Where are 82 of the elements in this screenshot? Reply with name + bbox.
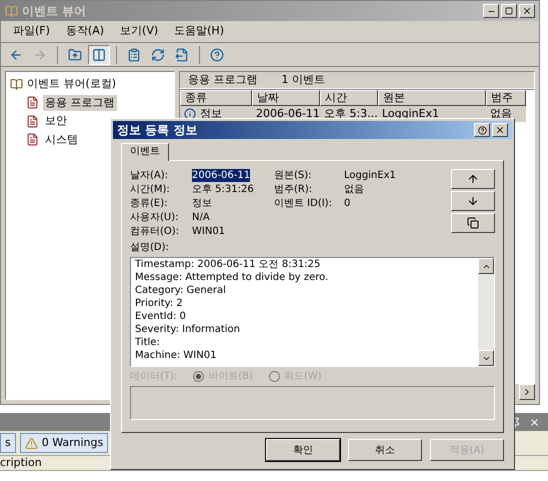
next-button[interactable] [451,191,495,211]
field-value: N/A [192,211,210,224]
tree-item[interactable]: 이벤트 뷰어(로컬) [27,76,116,92]
dialog-button[interactable]: 취소 [348,439,422,461]
menu-item[interactable]: 보기(V) [120,23,158,40]
menu-item[interactable]: 도움말(H) [174,23,224,40]
log-icon [26,133,39,146]
event-viewer-icon [10,78,23,91]
description-line: Machine: WIN01 [135,349,218,362]
clipboard-icon [127,48,141,62]
folder-up-icon [68,48,82,62]
field-label: 시간(M): [130,183,171,196]
scroll-right-button[interactable] [519,384,535,400]
description-line: EventId: 0 [135,310,187,323]
maximize-icon [505,7,513,15]
warning-icon [24,436,38,450]
close-icon [522,6,532,16]
help-button[interactable] [474,123,490,137]
field-value: 2006-06-11 [192,169,250,182]
minimize-button[interactable] [483,4,499,18]
help-icon [210,48,224,62]
log-icon [26,96,39,110]
previous-button[interactable] [451,169,495,189]
field-value: 정보 [192,197,212,210]
field-label: 사용자(U): [130,211,180,224]
column-header[interactable]: 시간 [320,90,378,106]
event-count: 1 이벤트 [282,72,325,88]
field-value: 0 [344,197,352,210]
field-label: 컴퓨터(O): [130,225,180,238]
field-value: 오후 5:31:26 [192,183,254,196]
description-label: 설명(D): [130,241,170,254]
refresh-icon [151,48,165,62]
copy-button[interactable] [451,213,495,233]
vertical-scrollbar[interactable] [478,258,494,366]
info-icon [184,108,196,120]
field-value: 없음 [344,183,365,196]
columns-icon [92,48,106,62]
description-line: Category: General [135,284,227,297]
list-title: 응용 프로그램 [188,72,258,88]
description-line: Severity: Information [135,323,242,336]
close-icon[interactable] [529,416,540,428]
copy-icon [467,217,479,229]
file-export-icon [175,48,189,62]
close-button[interactable] [492,123,508,137]
column-header[interactable]: 범주 [486,90,526,106]
description-line: Message: Attempted to divide by zero. [135,271,330,284]
column-header[interactable]: 종류 [180,90,252,106]
field-label: 범주(R): [274,183,314,196]
forward-arrow-icon [33,48,47,62]
field-label: 원본(S): [274,169,313,182]
close-button[interactable] [519,4,535,18]
window-title: 이벤트 뷰어 [22,3,86,20]
description-box[interactable]: Timestamp: 2006-06-11 오전 8:31:25 Message: Attempted to divide by zero. Category: General Priority: 2 EventId: 0 Severity: Information Title: Machine: WIN01 [130,257,495,367]
filter-button[interactable]: 0 Warnings [20,433,108,453]
app-icon [5,4,18,18]
description-line: Priority: 2 [135,297,184,310]
help-icon [478,126,486,134]
maximize-button[interactable] [501,4,517,18]
menu-item[interactable]: 동작(A) [66,23,104,40]
field-value: LogginEx1 [344,169,397,182]
dialog-title: 정보 등록 정보 [117,122,198,139]
up-arrow-icon [467,173,479,185]
description-line: Title: [135,336,161,349]
field-value: WIN01 [192,225,226,238]
column-header[interactable]: 원본 [378,90,486,106]
field-label: 종류(E): [130,197,168,210]
field-label: 이벤트 ID(I): [274,197,333,210]
dialog-button[interactable]: 확인 [266,439,340,461]
tree-item[interactable]: 보안 [43,113,69,130]
close-icon [495,125,505,135]
field-label: 날자(A): [130,169,170,182]
log-icon [26,114,39,128]
menu-item[interactable]: 파일(F) [13,23,50,40]
column-header[interactable]: 날짜 [252,90,320,106]
panes-toolbar-button[interactable] [88,44,110,64]
tab[interactable]: 이벤트 [121,143,169,161]
tree-item[interactable]: 응용 프로그램 [43,94,116,111]
tree-item[interactable]: 시스템 [43,132,80,148]
down-arrow-icon [467,195,479,207]
description-line: Timestamp: 2006-06-11 오전 8:31:25 [135,258,322,271]
filter-button[interactable]: s [0,433,16,453]
data-box[interactable] [130,386,495,420]
